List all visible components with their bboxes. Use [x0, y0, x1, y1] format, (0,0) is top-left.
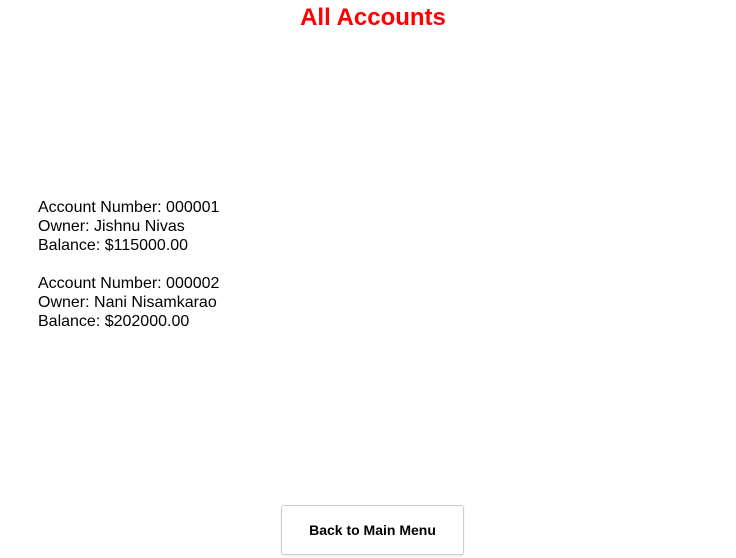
account-entry: Account Number: 000002 Owner: Nani Nisam… — [38, 274, 438, 331]
account-balance: Balance: $202000.00 — [38, 313, 190, 330]
account-balance: Balance: $115000.00 — [38, 237, 189, 254]
account-owner: Owner: Nani Nisamkarao — [38, 294, 217, 311]
account-owner: Owner: Jishnu Nivas — [38, 218, 185, 235]
account-number: Account Number: 000002 — [38, 275, 220, 292]
page-title: All Accounts — [300, 4, 446, 31]
accounts-list: Account Number: 000001 Owner: Jishnu Niv… — [38, 198, 438, 350]
account-number: Account Number: 000001 — [38, 199, 220, 216]
account-entry: Account Number: 000001 Owner: Jishnu Niv… — [38, 198, 438, 255]
back-to-main-menu-button[interactable]: Back to Main Menu — [281, 505, 464, 555]
